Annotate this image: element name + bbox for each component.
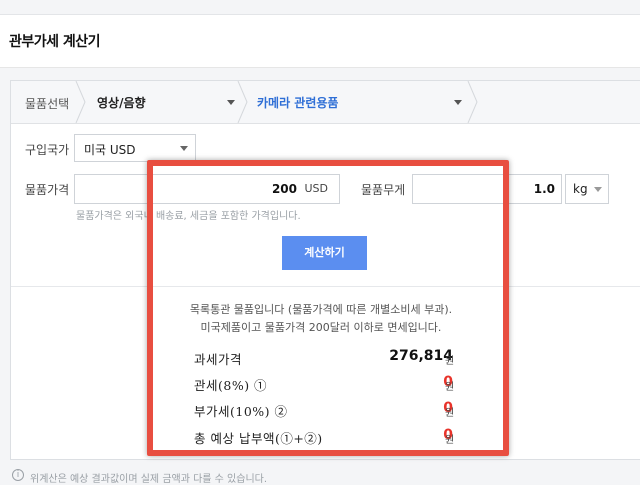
page-title: 관부가세 계산기	[9, 34, 101, 50]
info-icon: i	[12, 469, 24, 481]
top-strip	[0, 0, 640, 15]
title-bar: 관부가세 계산기	[0, 15, 640, 68]
weight-value: 1.0	[533, 182, 555, 196]
breadcrumb-chevron-icon	[237, 81, 248, 123]
category-main-select[interactable]: 영상/음향	[97, 94, 146, 111]
country-select[interactable]: 미국 USD	[74, 134, 196, 162]
price-label: 물품가격	[25, 183, 70, 197]
weight-unit-select[interactable]: kg	[565, 174, 609, 204]
country-value: 미국 USD	[84, 143, 136, 157]
highlight-box	[147, 160, 509, 456]
chevron-down-icon[interactable]	[454, 100, 462, 105]
chevron-down-icon[interactable]	[227, 100, 235, 105]
country-label: 구입국가	[25, 143, 70, 157]
breadcrumb-chevron-icon	[75, 81, 86, 123]
category-label: 물품선택	[25, 97, 70, 111]
breadcrumb-chevron-icon	[467, 81, 478, 123]
chevron-down-icon	[180, 146, 188, 151]
weight-unit: kg	[573, 182, 588, 196]
category-bar: 물품선택 영상/음향 카메라 관련용품	[11, 81, 640, 124]
chevron-down-icon	[594, 187, 602, 192]
category-sub-select[interactable]: 카메라 관련용품	[257, 94, 338, 111]
footnote: 위계산은 예상 결과값이며 실제 금액과 다를 수 있습니다.	[30, 474, 268, 485]
